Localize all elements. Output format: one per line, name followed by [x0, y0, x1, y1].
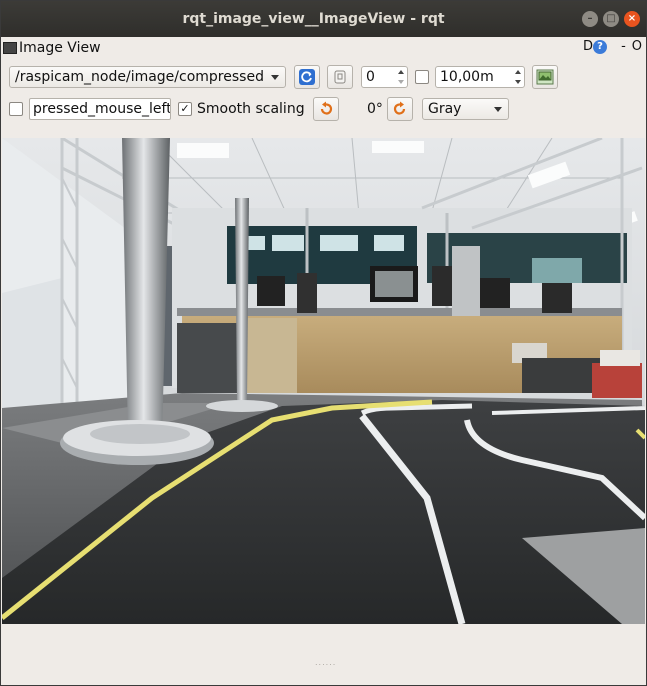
plugin-icon: [3, 42, 17, 54]
dock-title: Image View: [19, 40, 101, 56]
spin-down-icon[interactable]: [398, 80, 404, 84]
zoom-fit-icon: [334, 70, 346, 84]
minimize-button[interactable]: –: [582, 11, 598, 27]
rotate-left-icon: [320, 101, 333, 115]
save-image-button[interactable]: [532, 65, 558, 89]
dock-widget-header: Image View D ? - O: [1, 37, 646, 59]
spin-arrows[interactable]: [395, 67, 407, 87]
toolbar-row-1: /raspicam_node/image/compressed 0 10,00m: [9, 65, 639, 91]
maximize-button[interactable]: □: [603, 11, 619, 27]
dock-controls: D ? - O: [583, 39, 642, 54]
camera-image: [2, 138, 645, 624]
rotate-left-button[interactable]: [313, 97, 339, 121]
max-depth-spinbox[interactable]: 10,00m: [435, 66, 525, 88]
max-depth-value: 10,00m: [440, 69, 494, 85]
depth-up-icon[interactable]: [515, 70, 521, 74]
refresh-topics-button[interactable]: [294, 65, 320, 89]
topic-select[interactable]: /raspicam_node/image/compressed: [9, 66, 286, 88]
window-title: rqt_image_view__ImageView - rqt: [182, 11, 445, 27]
num-gridlines-spinbox[interactable]: 0: [361, 66, 408, 88]
dock-minimize-button[interactable]: -: [621, 39, 626, 54]
chevron-down-icon: [271, 75, 279, 80]
resize-grip[interactable]: ......: [315, 658, 336, 667]
image-view[interactable]: [2, 138, 645, 624]
rqt-window: rqt_image_view__ImageView - rqt – □ × Im…: [0, 0, 647, 686]
rotate-right-button[interactable]: [387, 97, 413, 121]
smooth-scaling-checkbox[interactable]: ✓: [178, 102, 192, 116]
zoom-fit-button[interactable]: [327, 65, 353, 89]
window-controls: – □ ×: [582, 11, 640, 27]
spin-up-icon[interactable]: [398, 70, 404, 74]
mouse-topic-input[interactable]: pressed_mouse_left: [29, 98, 171, 120]
num-gridlines-value: 0: [366, 69, 375, 85]
toolbar-row-2: pressed_mouse_left ✓ Smooth scaling 0° G…: [9, 97, 639, 123]
topic-select-value: /raspicam_node/image/compressed: [15, 69, 264, 85]
dock-close-button[interactable]: O: [632, 39, 642, 54]
refresh-icon: [299, 69, 315, 85]
help-icon[interactable]: ?: [593, 39, 608, 54]
title-bar[interactable]: rqt_image_view__ImageView - rqt – □ ×: [1, 1, 646, 37]
depth-down-icon[interactable]: [515, 80, 521, 84]
smooth-scaling-label: Smooth scaling: [197, 101, 305, 117]
dock-d-button[interactable]: D: [583, 39, 593, 54]
publish-mouse-checkbox[interactable]: [9, 102, 23, 116]
colormap-chevron-down-icon: [494, 107, 502, 112]
save-image-icon: [536, 69, 554, 85]
rotation-label: 0°: [367, 101, 383, 117]
colormap-value: Gray: [428, 101, 462, 117]
depth-spin-arrows[interactable]: [512, 67, 524, 87]
rotate-right-icon: [393, 101, 406, 115]
max-depth-checkbox[interactable]: [415, 70, 429, 84]
colormap-select[interactable]: Gray: [422, 98, 509, 120]
mouse-topic-value: pressed_mouse_left: [33, 101, 171, 117]
close-button[interactable]: ×: [624, 11, 640, 27]
